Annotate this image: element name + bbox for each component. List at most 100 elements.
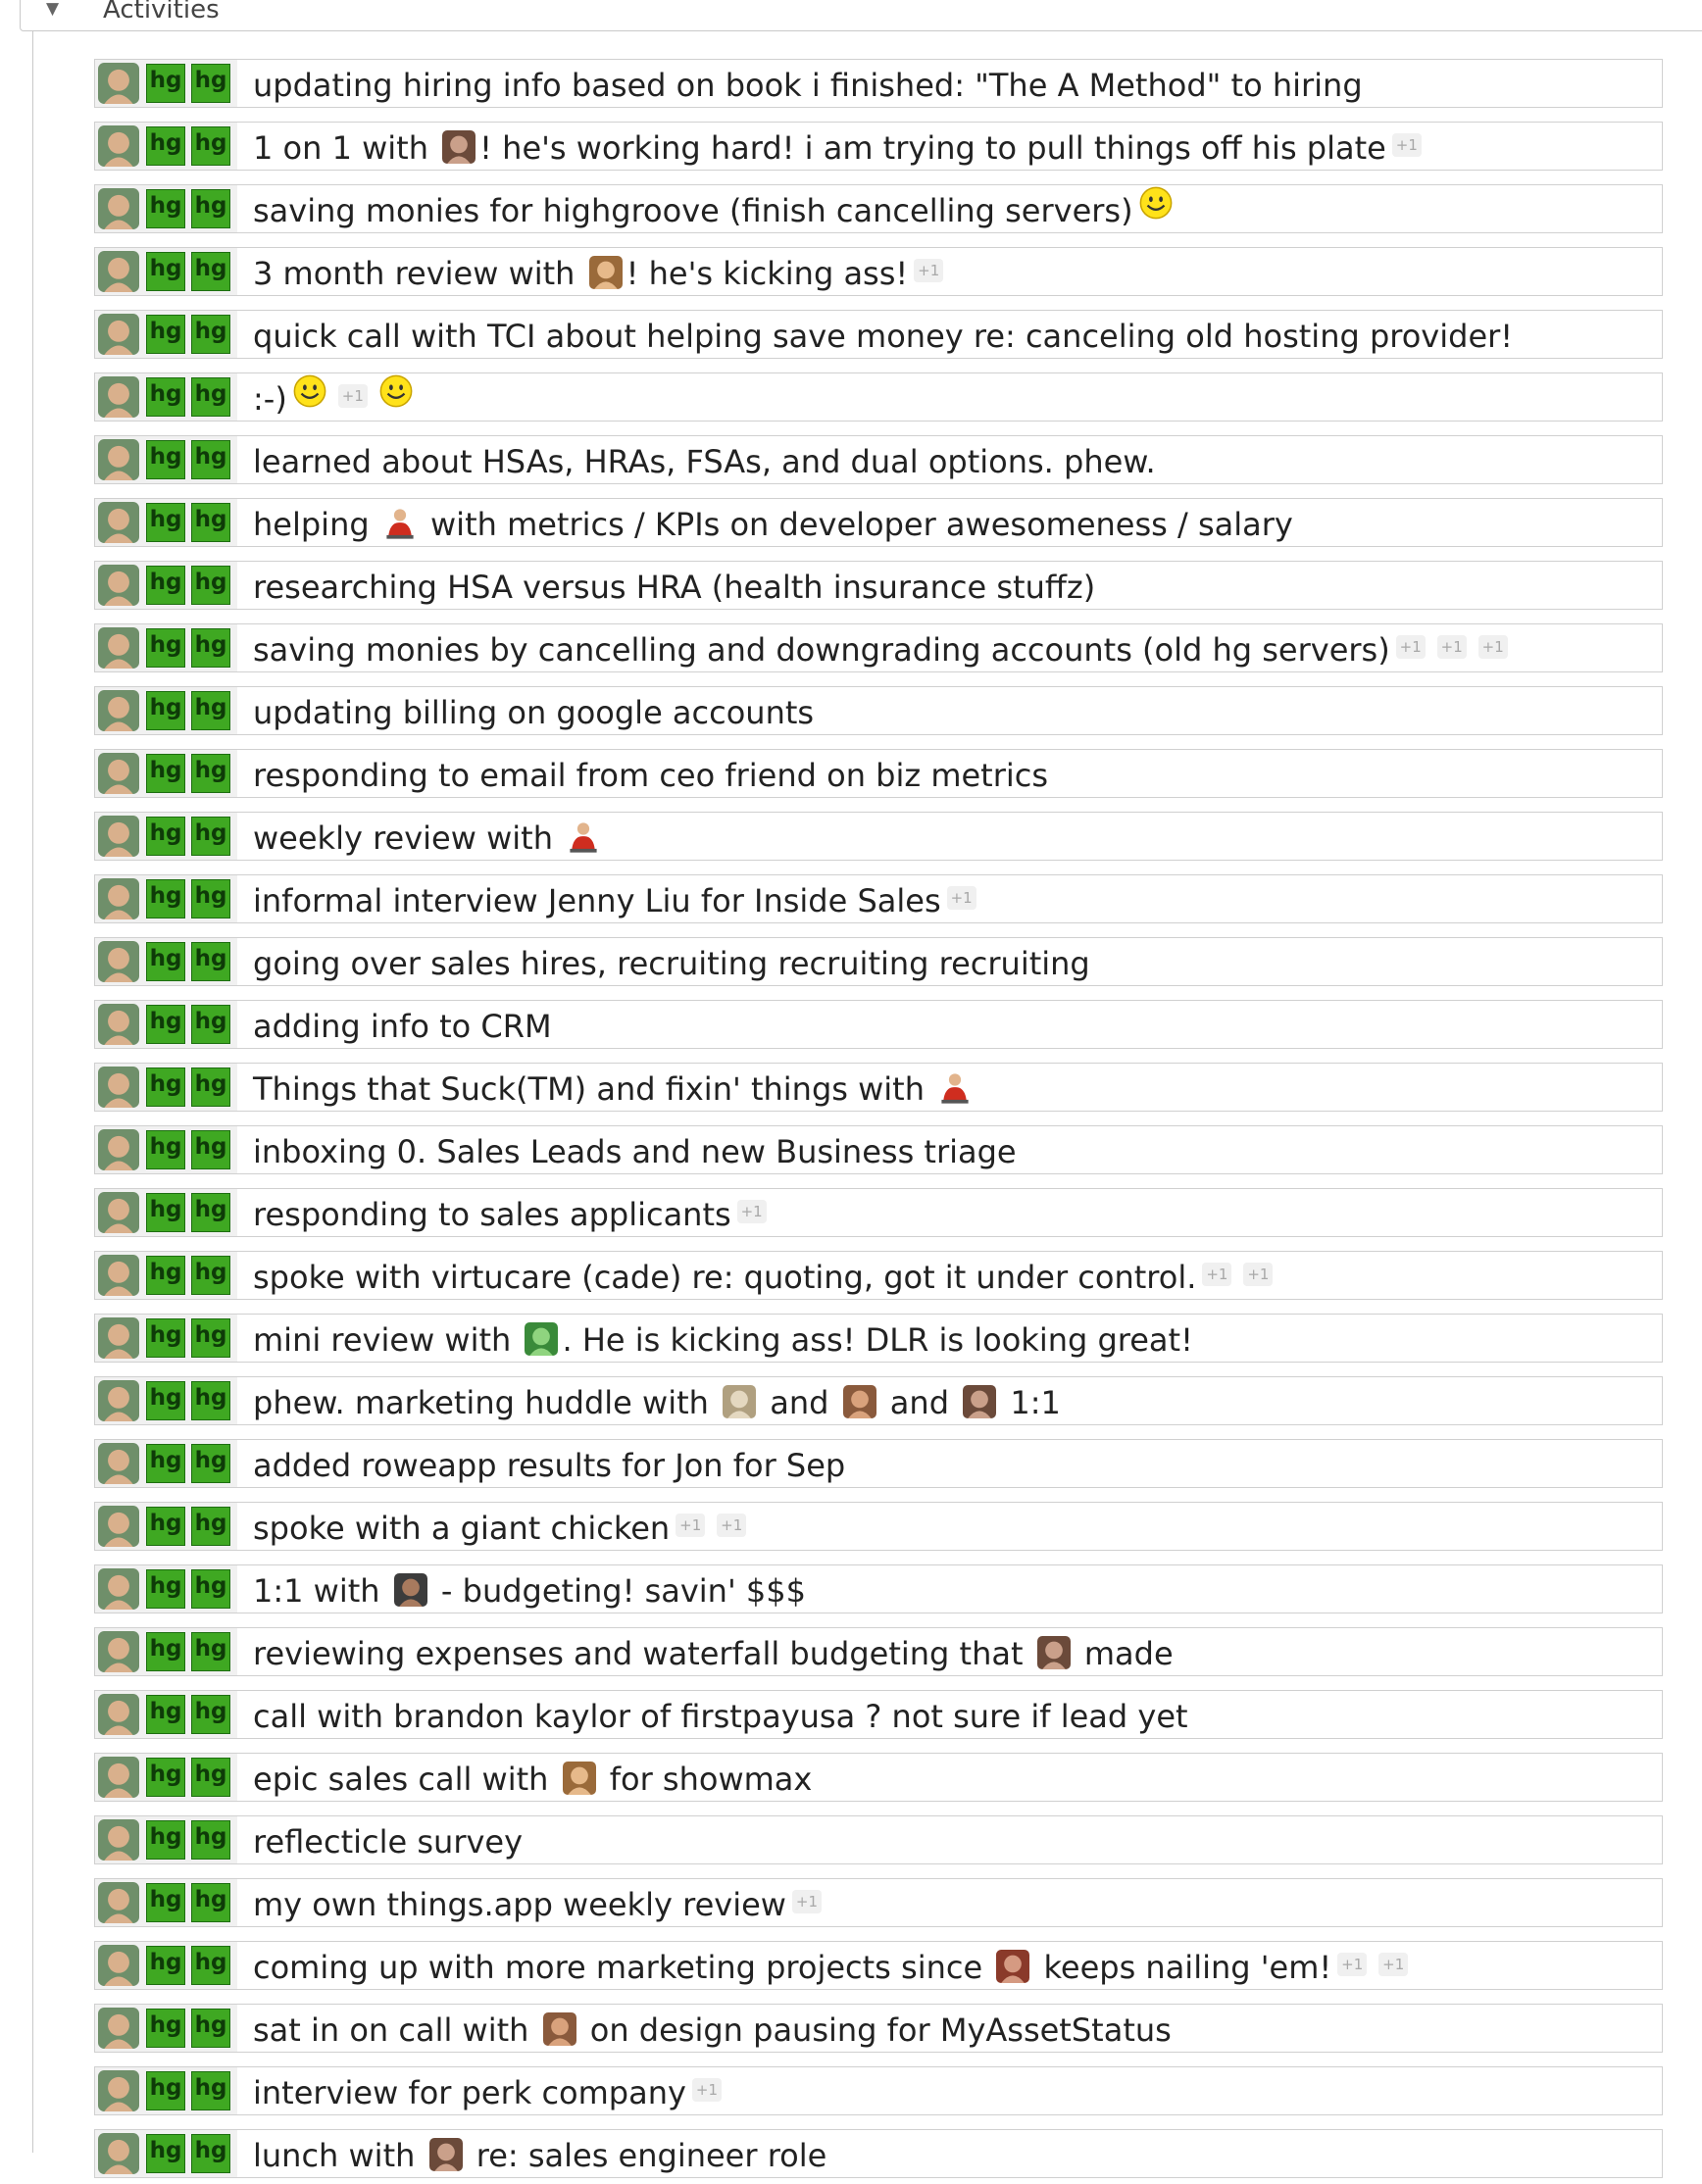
- hg-logo-icon[interactable]: hg: [191, 2071, 230, 2110]
- user-avatar-icon[interactable]: [98, 878, 139, 919]
- activity-row[interactable]: hg hg learned about HSAs, HRAs, FSAs, and …: [94, 435, 1663, 484]
- activity-row[interactable]: hg hg responding to sales applicants +1: [94, 1188, 1663, 1237]
- user-avatar-icon[interactable]: [98, 565, 139, 606]
- activity-row[interactable]: hg hg weekly review with: [94, 812, 1663, 861]
- avatar-icon[interactable]: [1036, 1635, 1071, 1669]
- hg-logo-icon[interactable]: hg: [146, 1318, 185, 1358]
- hg-logo-icon[interactable]: hg: [146, 377, 185, 417]
- activity-row[interactable]: hg hg epic sales call with for showmax: [94, 1753, 1663, 1802]
- hg-logo-icon[interactable]: hg: [146, 754, 185, 793]
- hg-logo-icon[interactable]: hg: [146, 1883, 185, 1922]
- activity-row[interactable]: hg hg going over sales hires, recruiting r…: [94, 937, 1663, 986]
- plus-one-button[interactable]: +1: [914, 259, 944, 282]
- activity-row[interactable]: hg hg updating billing on google accounts: [94, 686, 1663, 735]
- activity-row[interactable]: hg hg spoke with virtucare (cade) re: quot…: [94, 1251, 1663, 1300]
- plus-one-button[interactable]: +1: [1391, 133, 1422, 157]
- avatar-icon[interactable]: [542, 2011, 576, 2046]
- avatar-icon[interactable]: [588, 255, 623, 289]
- user-avatar-icon[interactable]: [98, 1568, 139, 1610]
- user-avatar-icon[interactable]: [98, 753, 139, 794]
- activity-row[interactable]: hg hg 3 month review with ! he's kicking a…: [94, 247, 1663, 296]
- avatar-icon[interactable]: [963, 1384, 997, 1418]
- activity-row[interactable]: hg hg lunch with re: sales engineer role: [94, 2129, 1663, 2178]
- hg-logo-icon[interactable]: hg: [146, 2134, 185, 2173]
- user-avatar-icon[interactable]: [98, 1506, 139, 1547]
- activity-row[interactable]: hg hg interview for perk company +1: [94, 2066, 1663, 2115]
- plus-one-button[interactable]: +1: [1243, 1263, 1274, 1286]
- user-avatar-icon[interactable]: [98, 2133, 139, 2174]
- hg-logo-icon[interactable]: hg: [191, 1444, 230, 1483]
- hg-logo-icon[interactable]: hg: [191, 879, 230, 918]
- activity-row[interactable]: hg hg 1:1 with - budgeting! savin' $$$: [94, 1564, 1663, 1613]
- activity-row[interactable]: hg hg spoke with a giant chicken +1 +1: [94, 1502, 1663, 1551]
- activity-row[interactable]: hg hg call with brandon kaylor of firstpay…: [94, 1690, 1663, 1739]
- user-avatar-icon[interactable]: [98, 188, 139, 229]
- user-avatar-icon[interactable]: [98, 1882, 139, 1923]
- activity-row[interactable]: hg hg reflecticle survey: [94, 1815, 1663, 1864]
- hg-logo-icon[interactable]: hg: [146, 1695, 185, 1734]
- hg-logo-icon[interactable]: hg: [191, 2134, 230, 2173]
- hg-logo-icon[interactable]: hg: [146, 503, 185, 542]
- user-avatar-icon[interactable]: [98, 1317, 139, 1359]
- hg-logo-icon[interactable]: hg: [191, 503, 230, 542]
- activity-row[interactable]: hg hg inboxing 0. Sales Leads and new Busi…: [94, 1125, 1663, 1174]
- hg-logo-icon[interactable]: hg: [191, 377, 230, 417]
- user-avatar-icon[interactable]: [98, 1129, 139, 1170]
- hg-logo-icon[interactable]: hg: [146, 691, 185, 730]
- activity-row[interactable]: hg hg reviewing expenses and waterfall bud…: [94, 1627, 1663, 1676]
- hg-logo-icon[interactable]: hg: [146, 2071, 185, 2110]
- activity-row[interactable]: hg hg:-) +1: [94, 372, 1663, 422]
- activity-row[interactable]: hg hg responding to email from ceo friend …: [94, 749, 1663, 798]
- hg-logo-icon[interactable]: hg: [146, 64, 185, 103]
- user-avatar-icon[interactable]: [98, 314, 139, 355]
- hg-logo-icon[interactable]: hg: [191, 942, 230, 981]
- hg-logo-icon[interactable]: hg: [191, 1130, 230, 1169]
- plus-one-button[interactable]: +1: [1395, 635, 1426, 659]
- person-icon[interactable]: [567, 819, 600, 853]
- hg-logo-icon[interactable]: hg: [146, 1758, 185, 1797]
- activity-row[interactable]: hg hg saving monies for highgroove (finish…: [94, 184, 1663, 233]
- hg-logo-icon[interactable]: hg: [191, 315, 230, 354]
- hg-logo-icon[interactable]: hg: [146, 1067, 185, 1107]
- avatar-icon[interactable]: [996, 1949, 1030, 1983]
- user-avatar-icon[interactable]: [98, 1067, 139, 1108]
- hg-logo-icon[interactable]: hg: [146, 440, 185, 479]
- user-avatar-icon[interactable]: [98, 1631, 139, 1672]
- user-avatar-icon[interactable]: [98, 439, 139, 480]
- activity-row[interactable]: hg hg my own things.app weekly review +1: [94, 1878, 1663, 1927]
- activity-row[interactable]: hg hg coming up with more marketing projec…: [94, 1941, 1663, 1990]
- user-avatar-icon[interactable]: [98, 941, 139, 982]
- activity-row[interactable]: hg hg Things that Suck(TM) and fixin' thin…: [94, 1063, 1663, 1112]
- plus-one-button[interactable]: +1: [791, 1890, 822, 1913]
- plus-one-button[interactable]: +1: [1202, 1263, 1232, 1286]
- hg-logo-icon[interactable]: hg: [191, 691, 230, 730]
- hg-logo-icon[interactable]: hg: [146, 1820, 185, 1860]
- activity-row[interactable]: hg hg helping with metrics / KPIs on devel…: [94, 498, 1663, 547]
- plus-one-button[interactable]: +1: [1436, 635, 1467, 659]
- user-avatar-icon[interactable]: [98, 1004, 139, 1045]
- hg-logo-icon[interactable]: hg: [146, 942, 185, 981]
- avatar-icon[interactable]: [842, 1384, 876, 1418]
- avatar-icon[interactable]: [525, 1321, 559, 1356]
- user-avatar-icon[interactable]: [98, 1443, 139, 1484]
- avatar-icon[interactable]: [442, 129, 476, 164]
- user-avatar-icon[interactable]: [98, 1757, 139, 1798]
- hg-logo-icon[interactable]: hg: [191, 628, 230, 668]
- user-avatar-icon[interactable]: [98, 1694, 139, 1735]
- plus-one-button[interactable]: +1: [1477, 635, 1508, 659]
- hg-logo-icon[interactable]: hg: [146, 126, 185, 166]
- plus-one-button[interactable]: +1: [337, 384, 368, 408]
- hg-logo-icon[interactable]: hg: [191, 1569, 230, 1609]
- hg-logo-icon[interactable]: hg: [146, 817, 185, 856]
- activity-row[interactable]: hg hg added roweapp results for Jon for Se…: [94, 1439, 1663, 1488]
- hg-logo-icon[interactable]: hg: [146, 315, 185, 354]
- hg-logo-icon[interactable]: hg: [191, 2009, 230, 2048]
- activity-row[interactable]: hg hg mini review with . He is kicking ass…: [94, 1314, 1663, 1363]
- user-avatar-icon[interactable]: [98, 125, 139, 167]
- hg-logo-icon[interactable]: hg: [146, 1946, 185, 1985]
- hg-logo-icon[interactable]: hg: [191, 754, 230, 793]
- hg-logo-icon[interactable]: hg: [146, 252, 185, 291]
- plus-one-button[interactable]: +1: [717, 1514, 747, 1537]
- hg-logo-icon[interactable]: hg: [191, 566, 230, 605]
- activity-row[interactable]: hg hg adding info to CRM: [94, 1000, 1663, 1049]
